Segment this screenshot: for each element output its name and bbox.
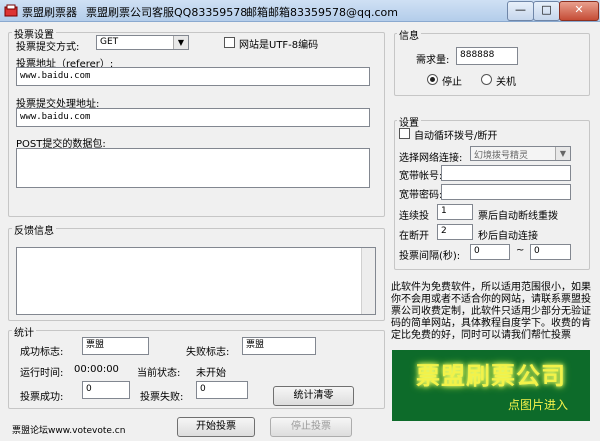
clear-stats-button[interactable]: 统计清零	[273, 386, 354, 406]
disconnect-suffix: 秒后自动连接	[478, 231, 538, 242]
close-button[interactable]: ✕	[559, 1, 599, 21]
app-icon	[4, 4, 18, 17]
fail-flag-input[interactable]: 票盟	[242, 337, 316, 355]
interval-to-input[interactable]: 0	[530, 244, 571, 260]
minimize-icon: —	[515, 3, 526, 16]
demand-label: 需求量:	[416, 55, 450, 66]
feedback-textarea[interactable]	[16, 247, 376, 315]
interval-separator: ~	[516, 245, 525, 256]
auto-redial-label: 自动循环拨号/断开	[414, 131, 498, 142]
stop-radio[interactable]	[427, 74, 438, 85]
success-flag-input[interactable]: 票盟	[82, 337, 149, 355]
password-input[interactable]	[441, 184, 571, 200]
company-banner[interactable]: 票盟刷票公司 点图片进入	[392, 350, 590, 421]
interval-label: 投票间隔(秒):	[399, 251, 461, 262]
method-label: 投票提交方式:	[16, 42, 80, 53]
chevron-down-icon: ▼	[555, 147, 570, 160]
stop-vote-button[interactable]: 停止投票	[270, 417, 352, 437]
disconnect-label: 在断开	[399, 231, 429, 242]
status-value: 未开始	[196, 368, 226, 379]
disconnect-input[interactable]: 2	[437, 224, 473, 240]
network-label: 选择网络连接:	[399, 153, 463, 164]
votes-suffix: 票后自动断线重拨	[478, 211, 558, 222]
start-vote-button[interactable]: 开始投票	[177, 417, 255, 437]
auto-redial-checkbox[interactable]	[399, 128, 410, 139]
chevron-down-icon: ▼	[173, 36, 188, 49]
vote-success-input[interactable]: 0	[82, 381, 130, 399]
network-select-value: 幻境拨号精灵	[474, 151, 529, 161]
forum-link[interactable]: 票盟论坛www.votevote.cn	[12, 423, 125, 436]
app-title: 票盟刷票器	[22, 6, 77, 19]
vote-fail-label: 投票失败:	[140, 392, 184, 403]
shutdown-radio-label: 关机	[496, 77, 516, 88]
password-label: 宽带密码:	[399, 190, 443, 201]
banner-subtitle: 点图片进入	[507, 398, 568, 412]
votes-label: 连续投	[399, 211, 429, 222]
feedback-scrollbar[interactable]	[361, 248, 375, 314]
stats-legend: 统计	[12, 324, 36, 339]
service-qq: 票盟刷票公司客服QQ83359578	[86, 6, 248, 19]
close-icon: ✕	[574, 3, 584, 16]
minimize-button[interactable]: —	[507, 1, 534, 21]
run-time-value: 00:00:00	[74, 364, 119, 375]
status-label: 当前状态:	[137, 368, 181, 379]
shutdown-radio[interactable]	[481, 74, 492, 85]
utf8-label: 网站是UTF-8编码	[239, 40, 319, 51]
network-select[interactable]: 幻境拨号精灵 ▼	[470, 146, 571, 161]
vote-fail-input[interactable]: 0	[196, 381, 248, 399]
free-software-notice: 此软件为免费软件，所以适用范围很小，如果你不会用或者不适合你的网站，请联系票盟投…	[391, 282, 591, 341]
handler-input[interactable]: www.baidu.com	[16, 108, 370, 127]
interval-from-input[interactable]: 0	[470, 244, 510, 260]
maximize-button[interactable]: □	[533, 1, 560, 21]
run-time-label: 运行时间:	[20, 368, 64, 379]
feedback-legend: 反馈信息	[12, 222, 56, 237]
vote-success-label: 投票成功:	[20, 392, 64, 403]
account-label: 宽带帐号:	[399, 171, 443, 182]
info-legend: 信息	[397, 27, 421, 42]
stop-radio-label: 停止	[442, 77, 462, 88]
banner-title: 票盟刷票公司	[416, 362, 566, 390]
method-select-value: GET	[100, 37, 119, 47]
service-email: 邮箱邮箱83359578@qq.com	[246, 6, 398, 19]
title-bar: 票盟刷票器 票盟刷票公司客服QQ83359578 邮箱邮箱83359578@qq…	[0, 0, 600, 22]
post-data-textarea[interactable]	[16, 148, 370, 188]
fail-flag-label: 失败标志:	[186, 347, 230, 358]
success-flag-label: 成功标志:	[20, 347, 64, 358]
method-select[interactable]: GET ▼	[96, 35, 189, 50]
account-input[interactable]	[441, 165, 571, 181]
votes-input[interactable]: 1	[437, 204, 473, 220]
referer-input[interactable]: www.baidu.com	[16, 67, 370, 86]
utf8-checkbox[interactable]	[224, 37, 235, 48]
demand-input[interactable]: 888888	[456, 47, 518, 65]
maximize-icon: □	[541, 3, 552, 16]
